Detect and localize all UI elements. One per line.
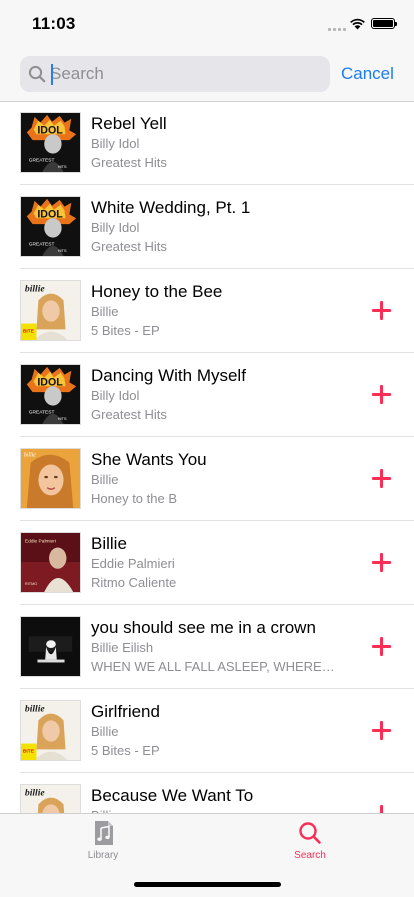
search-icon xyxy=(28,65,46,83)
add-to-library-button[interactable] xyxy=(372,553,391,572)
svg-text:billie: billie xyxy=(25,284,46,295)
tab-library-label: Library xyxy=(87,850,119,861)
song-album: 5 Bites - EP xyxy=(91,323,160,338)
svg-text:billie: billie xyxy=(25,788,46,799)
svg-text:GREATEST: GREATEST xyxy=(29,241,55,247)
song-artist: Billie xyxy=(91,724,119,739)
song-artist: Billie xyxy=(91,304,119,319)
song-title: Because We Want To xyxy=(91,786,254,805)
song-row[interactable]: IDOL GREATEST HITS Dancing With Myself Bi… xyxy=(0,353,414,437)
add-to-library-button[interactable] xyxy=(372,721,391,740)
add-to-library-button[interactable] xyxy=(372,385,391,404)
billie-5-bites-art: billie BITE xyxy=(20,700,81,761)
song-artist: Billy Idol xyxy=(91,388,140,403)
tab-search[interactable]: Search xyxy=(270,820,350,861)
billie-5-bites-art: billie BITE xyxy=(20,280,81,341)
svg-text:Eddie Palmieri: Eddie Palmieri xyxy=(25,539,56,545)
song-title: Rebel Yell xyxy=(91,114,167,133)
idol-greatest-hits-art: IDOL GREATEST HITS xyxy=(20,364,81,425)
song-title: Honey to the Bee xyxy=(91,282,223,301)
song-artist: Billy Idol xyxy=(91,220,140,235)
cellular-signal-icon xyxy=(328,27,346,31)
home-indicator[interactable] xyxy=(134,882,281,887)
battery-icon xyxy=(371,18,397,29)
svg-text:GREATEST: GREATEST xyxy=(29,157,55,163)
eilish-wwafawdwg-art xyxy=(20,616,81,677)
add-to-library-button[interactable] xyxy=(372,637,391,656)
tab-library[interactable]: Library xyxy=(63,820,143,861)
song-album: WHEN WE ALL FALL ASLEEP, WHERE DO WE GO? xyxy=(91,659,336,674)
song-album: Greatest Hits xyxy=(91,407,167,422)
song-title: Billie xyxy=(91,534,127,553)
search-field[interactable] xyxy=(20,56,330,92)
song-title: White Wedding, Pt. 1 xyxy=(91,198,251,217)
song-row[interactable]: you should see me in a crown Billie Eilis… xyxy=(0,605,414,689)
music-note-icon xyxy=(95,821,113,845)
status-time: 11:03 xyxy=(32,14,76,33)
song-artist: Eddie Palmieri xyxy=(91,556,175,571)
song-artist: Billie xyxy=(91,472,119,487)
tab-search-label: Search xyxy=(294,850,326,861)
search-input[interactable] xyxy=(50,56,320,92)
svg-text:RITMO: RITMO xyxy=(25,582,37,586)
song-row[interactable]: billie She Wants You Billie Honey to the B xyxy=(0,437,414,521)
song-album: Greatest Hits xyxy=(91,155,167,170)
song-title: Dancing With Myself xyxy=(91,366,246,385)
song-album: Greatest Hits xyxy=(91,239,167,254)
svg-text:BITE: BITE xyxy=(23,328,35,334)
search-icon xyxy=(299,822,321,844)
song-title: She Wants You xyxy=(91,450,207,469)
song-album: 5 Bites - EP xyxy=(91,743,160,758)
palmieri-ritmo-art: Eddie Palmieri RITMO xyxy=(20,532,81,593)
song-row[interactable]: billie BITE Girlfriend Billie 5 Bites - EP xyxy=(0,689,414,773)
svg-text:HITS: HITS xyxy=(58,249,67,253)
svg-text:billie: billie xyxy=(24,453,36,459)
song-title: you should see me in a crown xyxy=(91,618,316,637)
idol-greatest-hits-art: IDOL GREATEST HITS xyxy=(20,112,81,173)
svg-text:HITS: HITS xyxy=(58,165,67,169)
add-to-library-button[interactable] xyxy=(372,469,391,488)
song-album: Ritmo Caliente xyxy=(91,575,177,590)
song-album: Honey to the B xyxy=(91,491,177,506)
billie-5-bites-art: billie BITE xyxy=(20,784,81,813)
svg-text:BITE: BITE xyxy=(23,748,35,754)
svg-text:IDOL: IDOL xyxy=(37,124,63,136)
song-row[interactable]: billie BITE Because We Want ToBillie xyxy=(0,773,414,813)
svg-text:IDOL: IDOL xyxy=(37,208,63,220)
svg-text:billie: billie xyxy=(25,704,46,715)
song-row[interactable]: IDOL GREATEST HITS White Wedding, Pt. 1 B… xyxy=(0,185,414,269)
song-row[interactable]: IDOL GREATEST HITS Rebel Yell Billy Idol G… xyxy=(0,101,414,185)
song-row[interactable]: Eddie Palmieri RITMO Billie Eddie Palmier… xyxy=(0,521,414,605)
wifi-icon xyxy=(350,18,365,30)
add-to-library-button[interactable] xyxy=(372,301,391,320)
search-header: Cancel xyxy=(0,48,414,102)
idol-greatest-hits-art: IDOL GREATEST HITS xyxy=(20,196,81,257)
svg-text:GREATEST: GREATEST xyxy=(29,409,55,415)
song-row[interactable]: billie BITE Honey to the Bee Billie 5 Bite… xyxy=(0,269,414,353)
add-to-library-button[interactable] xyxy=(372,805,391,813)
song-title: Girlfriend xyxy=(91,702,160,721)
billie-honey-art: billie xyxy=(20,448,81,509)
text-cursor xyxy=(51,64,53,85)
cancel-button[interactable]: Cancel xyxy=(341,64,394,84)
svg-text:HITS: HITS xyxy=(58,417,67,421)
song-artist: Billie Eilish xyxy=(91,640,154,655)
search-results-list[interactable]: IDOL GREATEST HITS Rebel Yell Billy Idol G… xyxy=(0,101,414,813)
status-bar: 11:03 xyxy=(0,0,414,48)
svg-text:IDOL: IDOL xyxy=(37,376,63,388)
song-artist: Billy Idol xyxy=(91,136,140,151)
